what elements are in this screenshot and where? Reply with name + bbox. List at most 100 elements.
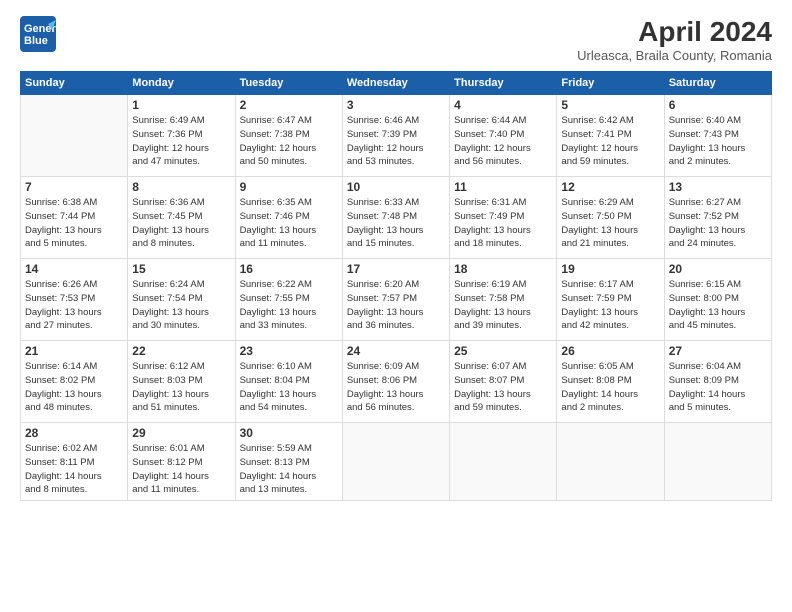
- day-info: Sunrise: 6:17 AMSunset: 7:59 PMDaylight:…: [561, 278, 659, 333]
- table-row: 11 Sunrise: 6:31 AMSunset: 7:49 PMDayligh…: [450, 177, 557, 259]
- table-row: [664, 423, 771, 501]
- day-info: Sunrise: 6:12 AMSunset: 8:03 PMDaylight:…: [132, 360, 230, 415]
- day-number: 3: [347, 98, 445, 112]
- day-info: Sunrise: 6:31 AMSunset: 7:49 PMDaylight:…: [454, 196, 552, 251]
- table-row: 29 Sunrise: 6:01 AMSunset: 8:12 PMDayligh…: [128, 423, 235, 501]
- table-row: 17 Sunrise: 6:20 AMSunset: 7:57 PMDayligh…: [342, 259, 449, 341]
- table-row: 18 Sunrise: 6:19 AMSunset: 7:58 PMDayligh…: [450, 259, 557, 341]
- day-number: 8: [132, 180, 230, 194]
- table-row: 6Sunrise: 6:40 AMSunset: 7:43 PMDaylight…: [664, 95, 771, 177]
- day-info: Sunrise: 6:24 AMSunset: 7:54 PMDaylight:…: [132, 278, 230, 333]
- table-row: [342, 423, 449, 501]
- day-number: 19: [561, 262, 659, 276]
- day-number: 16: [240, 262, 338, 276]
- day-info: Sunrise: 6:10 AMSunset: 8:04 PMDaylight:…: [240, 360, 338, 415]
- day-number: 18: [454, 262, 552, 276]
- day-info: Sunrise: 6:46 AMSunset: 7:39 PMDaylight:…: [347, 114, 445, 169]
- calendar-header-row: Sunday Monday Tuesday Wednesday Thursday…: [21, 72, 772, 95]
- day-number: 26: [561, 344, 659, 358]
- day-number: 13: [669, 180, 767, 194]
- page-container: General Blue April 2024 Urleasca, Braila…: [0, 0, 792, 612]
- day-info: Sunrise: 6:19 AMSunset: 7:58 PMDaylight:…: [454, 278, 552, 333]
- table-row: 12 Sunrise: 6:29 AMSunset: 7:50 PMDayligh…: [557, 177, 664, 259]
- day-info: Sunrise: 6:42 AMSunset: 7:41 PMDaylight:…: [561, 114, 659, 169]
- day-info: Sunrise: 6:04 AMSunset: 8:09 PMDaylight:…: [669, 360, 767, 415]
- header-sunday: Sunday: [21, 72, 128, 95]
- day-number: 1: [132, 98, 230, 112]
- day-number: 7: [25, 180, 123, 194]
- table-row: 2Sunrise: 6:47 AMSunset: 7:38 PMDaylight…: [235, 95, 342, 177]
- day-number: 4: [454, 98, 552, 112]
- day-number: 29: [132, 426, 230, 440]
- day-info: Sunrise: 6:20 AMSunset: 7:57 PMDaylight:…: [347, 278, 445, 333]
- table-row: 21 Sunrise: 6:14 AMSunset: 8:02 PMDayligh…: [21, 341, 128, 423]
- day-number: 27: [669, 344, 767, 358]
- table-row: 15 Sunrise: 6:24 AMSunset: 7:54 PMDayligh…: [128, 259, 235, 341]
- table-row: 7 Sunrise: 6:38 AMSunset: 7:44 PMDaylight…: [21, 177, 128, 259]
- day-info: Sunrise: 6:44 AMSunset: 7:40 PMDaylight:…: [454, 114, 552, 169]
- day-number: 2: [240, 98, 338, 112]
- table-row: 30 Sunrise: 5:59 AMSunset: 8:13 PMDayligh…: [235, 423, 342, 501]
- table-row: 26 Sunrise: 6:05 AMSunset: 8:08 PMDayligh…: [557, 341, 664, 423]
- table-row: 1 Sunrise: 6:49 AMSunset: 7:36 PMDaylight…: [128, 95, 235, 177]
- logo-icon: General Blue: [20, 16, 56, 52]
- header-thursday: Thursday: [450, 72, 557, 95]
- day-info: Sunrise: 6:29 AMSunset: 7:50 PMDaylight:…: [561, 196, 659, 251]
- table-row: 4 Sunrise: 6:44 AMSunset: 7:40 PMDaylight…: [450, 95, 557, 177]
- table-row: [21, 95, 128, 177]
- location: Urleasca, Braila County, Romania: [577, 48, 772, 63]
- table-row: 28 Sunrise: 6:02 AMSunset: 8:11 PMDayligh…: [21, 423, 128, 501]
- day-info: Sunrise: 6:15 AMSunset: 8:00 PMDaylight:…: [669, 278, 767, 333]
- day-info: Sunrise: 6:07 AMSunset: 8:07 PMDaylight:…: [454, 360, 552, 415]
- day-number: 12: [561, 180, 659, 194]
- table-row: 20 Sunrise: 6:15 AMSunset: 8:00 PMDayligh…: [664, 259, 771, 341]
- day-number: 9: [240, 180, 338, 194]
- calendar-table: Sunday Monday Tuesday Wednesday Thursday…: [20, 71, 772, 501]
- day-number: 14: [25, 262, 123, 276]
- day-info: Sunrise: 6:27 AMSunset: 7:52 PMDaylight:…: [669, 196, 767, 251]
- day-number: 25: [454, 344, 552, 358]
- day-info: Sunrise: 6:33 AMSunset: 7:48 PMDaylight:…: [347, 196, 445, 251]
- table-row: 9 Sunrise: 6:35 AMSunset: 7:46 PMDaylight…: [235, 177, 342, 259]
- day-info: Sunrise: 6:01 AMSunset: 8:12 PMDaylight:…: [132, 442, 230, 497]
- day-number: 21: [25, 344, 123, 358]
- month-title: April 2024: [577, 16, 772, 48]
- day-number: 17: [347, 262, 445, 276]
- day-number: 30: [240, 426, 338, 440]
- svg-text:Blue: Blue: [24, 35, 48, 47]
- header-monday: Monday: [128, 72, 235, 95]
- day-info: Sunrise: 6:35 AMSunset: 7:46 PMDaylight:…: [240, 196, 338, 251]
- header-saturday: Saturday: [664, 72, 771, 95]
- day-info: Sunrise: 6:38 AMSunset: 7:44 PMDaylight:…: [25, 196, 123, 251]
- table-row: 19 Sunrise: 6:17 AMSunset: 7:59 PMDayligh…: [557, 259, 664, 341]
- day-number: 28: [25, 426, 123, 440]
- title-block: April 2024 Urleasca, Braila County, Roma…: [577, 16, 772, 63]
- table-row: 10 Sunrise: 6:33 AMSunset: 7:48 PMDayligh…: [342, 177, 449, 259]
- table-row: 23Sunrise: 6:10 AMSunset: 8:04 PMDayligh…: [235, 341, 342, 423]
- day-number: 10: [347, 180, 445, 194]
- header-tuesday: Tuesday: [235, 72, 342, 95]
- day-info: Sunrise: 5:59 AMSunset: 8:13 PMDaylight:…: [240, 442, 338, 497]
- table-row: 14 Sunrise: 6:26 AMSunset: 7:53 PMDayligh…: [21, 259, 128, 341]
- day-info: Sunrise: 6:26 AMSunset: 7:53 PMDaylight:…: [25, 278, 123, 333]
- day-number: 11: [454, 180, 552, 194]
- day-info: Sunrise: 6:09 AMSunset: 8:06 PMDaylight:…: [347, 360, 445, 415]
- day-info: Sunrise: 6:05 AMSunset: 8:08 PMDaylight:…: [561, 360, 659, 415]
- logo: General Blue: [20, 16, 56, 52]
- table-row: 25 Sunrise: 6:07 AMSunset: 8:07 PMDayligh…: [450, 341, 557, 423]
- day-info: Sunrise: 6:14 AMSunset: 8:02 PMDaylight:…: [25, 360, 123, 415]
- table-row: 27 Sunrise: 6:04 AMSunset: 8:09 PMDayligh…: [664, 341, 771, 423]
- table-row: 3 Sunrise: 6:46 AMSunset: 7:39 PMDaylight…: [342, 95, 449, 177]
- day-info: Sunrise: 6:49 AMSunset: 7:36 PMDaylight:…: [132, 114, 230, 169]
- header-friday: Friday: [557, 72, 664, 95]
- table-row: 8Sunrise: 6:36 AMSunset: 7:45 PMDaylight…: [128, 177, 235, 259]
- table-row: 22Sunrise: 6:12 AMSunset: 8:03 PMDayligh…: [128, 341, 235, 423]
- day-number: 20: [669, 262, 767, 276]
- table-row: 13 Sunrise: 6:27 AMSunset: 7:52 PMDayligh…: [664, 177, 771, 259]
- header-wednesday: Wednesday: [342, 72, 449, 95]
- day-number: 15: [132, 262, 230, 276]
- day-info: Sunrise: 6:02 AMSunset: 8:11 PMDaylight:…: [25, 442, 123, 497]
- day-info: Sunrise: 6:40 AMSunset: 7:43 PMDaylight:…: [669, 114, 767, 169]
- day-number: 5: [561, 98, 659, 112]
- table-row: 16Sunrise: 6:22 AMSunset: 7:55 PMDayligh…: [235, 259, 342, 341]
